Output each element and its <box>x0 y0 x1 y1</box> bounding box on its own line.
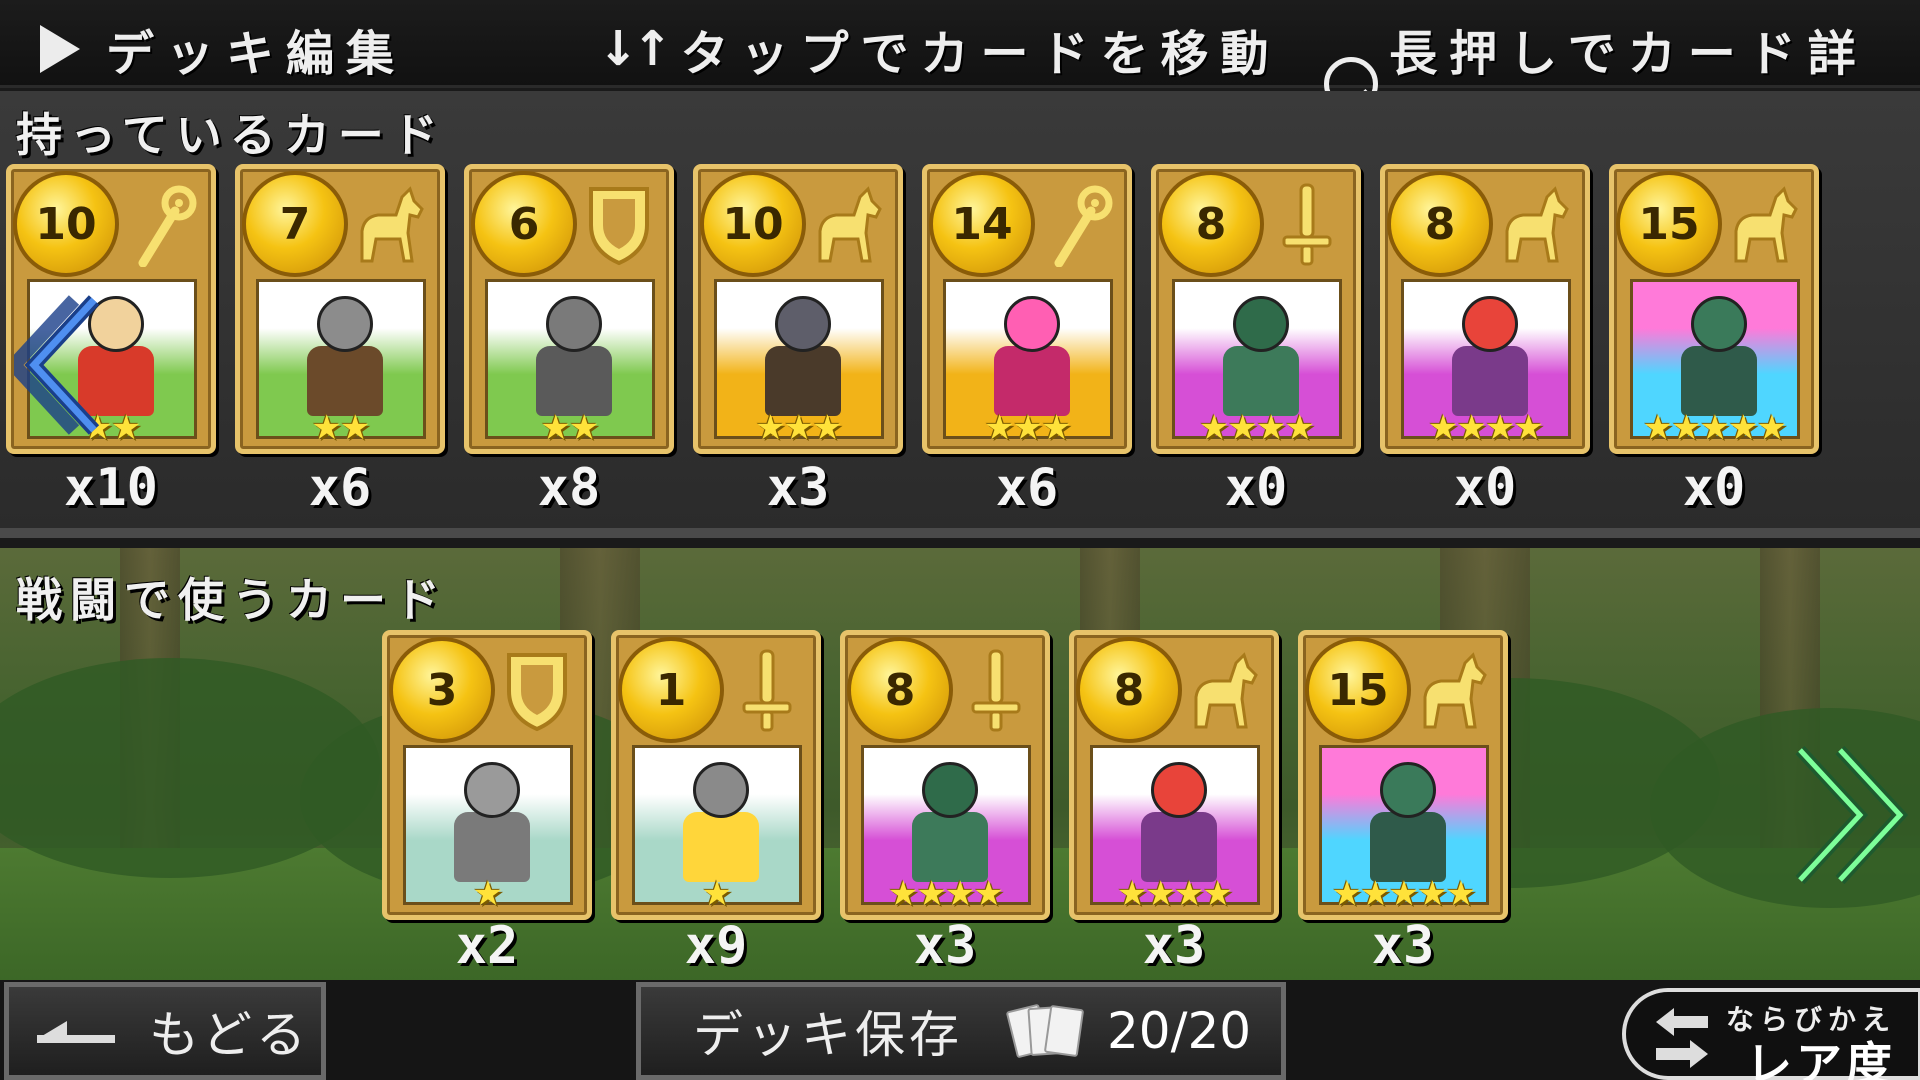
horse-icon <box>808 179 888 269</box>
scroll-left-arrow-icon[interactable] <box>14 290 104 440</box>
save-deck-button[interactable]: デッキ保存 20/20 <box>636 982 1286 1080</box>
battle-card[interactable]: 8 ★★★★ <box>840 630 1050 920</box>
rarity-stars: ★★★★ <box>888 874 1004 914</box>
rarity-stars: ★★★★ <box>1199 408 1315 448</box>
card-count: x8 <box>537 458 601 518</box>
owned-card[interactable]: 8 ★★★★ <box>1151 164 1361 454</box>
card-count: x0 <box>1224 458 1288 518</box>
card-count: x0 <box>1453 458 1517 518</box>
owned-card[interactable]: 7 ★★ <box>235 164 445 454</box>
battle-card[interactable]: 1 ★ <box>611 630 821 920</box>
cards-icon <box>1005 1003 1087 1059</box>
card-cost: 8 <box>1387 171 1493 277</box>
move-hint-text: タップでカードを移動 <box>680 26 1281 82</box>
card-cost: 1 <box>618 637 724 743</box>
card-cost: 8 <box>847 637 953 743</box>
swap-arrows-icon: ↓↑ <box>598 21 672 77</box>
card-count: x2 <box>455 916 519 976</box>
card-count: x3 <box>913 916 977 976</box>
owned-card[interactable]: 15 ★★★★★ <box>1609 164 1819 454</box>
rarity-stars: ★★★★★ <box>1642 408 1787 448</box>
rarity-stars: ★★★★★ <box>1331 874 1476 914</box>
shield-icon <box>579 179 659 269</box>
card-cost: 6 <box>471 171 577 277</box>
back-button-label: もどる <box>149 1006 310 1064</box>
owned-card[interactable]: 10 ★★★ <box>693 164 903 454</box>
rarity-stars: ★★ <box>540 408 600 448</box>
rarity-stars: ★★★ <box>984 408 1071 448</box>
battle-card[interactable]: 8 ★★★★ <box>1069 630 1279 920</box>
card-cost: 7 <box>242 171 348 277</box>
card-cost: 15 <box>1616 171 1722 277</box>
save-deck-label: デッキ保存 <box>693 1006 963 1064</box>
sword-icon <box>955 645 1035 735</box>
owned-card[interactable]: 6 ★★ <box>464 164 674 454</box>
sort-label-big: レア度 <box>1746 1037 1896 1080</box>
card-cost: 14 <box>929 171 1035 277</box>
owned-card[interactable]: 8 ★★★★ <box>1380 164 1590 454</box>
deck-count: 20/20 <box>1107 1002 1252 1060</box>
card-cost: 10 <box>13 171 119 277</box>
card-count: x9 <box>684 916 748 976</box>
sword-icon <box>1266 179 1346 269</box>
horse-icon <box>1724 179 1804 269</box>
card-count: x3 <box>1142 916 1206 976</box>
card-count: x6 <box>995 458 1059 518</box>
battle-card[interactable]: 15 ★★★★★ <box>1298 630 1508 920</box>
card-cost: 3 <box>389 637 495 743</box>
sort-button[interactable]: ならびかえ レア度 <box>1622 988 1920 1080</box>
horse-icon <box>1184 645 1264 735</box>
sort-arrows-icon <box>1656 1008 1708 1068</box>
screen-title-text: デッキ編集 <box>106 26 407 82</box>
owned-card[interactable]: 14 ★★★ <box>922 164 1132 454</box>
shield-icon <box>497 645 577 735</box>
card-count: x3 <box>766 458 830 518</box>
card-cost: 10 <box>700 171 806 277</box>
rarity-stars: ★★★★ <box>1428 408 1544 448</box>
card-cost: 15 <box>1305 637 1411 743</box>
card-cost: 8 <box>1158 171 1264 277</box>
rarity-stars: ★ <box>472 874 503 914</box>
sword-icon <box>726 645 806 735</box>
move-hint: ↓↑ タップでカードを移動 <box>598 14 1280 84</box>
rarity-stars: ★★★ <box>755 408 842 448</box>
top-bar: デッキ編集 ↓↑ タップでカードを移動 長押しでカード詳細 <box>0 0 1920 152</box>
horse-icon <box>1413 645 1493 735</box>
staff-icon <box>1037 179 1117 269</box>
back-button[interactable]: もどる <box>4 982 326 1080</box>
owned-section-title: 持っているカード <box>16 108 446 162</box>
card-count: x0 <box>1682 458 1746 518</box>
rarity-stars: ★★ <box>311 408 371 448</box>
rarity-stars: ★★★★ <box>1117 874 1233 914</box>
card-count: x10 <box>64 458 158 518</box>
scroll-right-arrow-icon[interactable] <box>1790 740 1910 890</box>
rarity-stars: ★ <box>701 874 732 914</box>
card-count: x3 <box>1371 916 1435 976</box>
horse-icon <box>1495 179 1575 269</box>
battle-section-title: 戦闘で使うカード <box>16 573 448 627</box>
horse-icon <box>350 179 430 269</box>
battle-card[interactable]: 3 ★ <box>382 630 592 920</box>
card-count: x6 <box>308 458 372 518</box>
card-cost: 8 <box>1076 637 1182 743</box>
screen-title: デッキ編集 <box>40 14 406 84</box>
back-arrow-icon <box>37 1011 117 1051</box>
staff-icon <box>121 179 201 269</box>
play-icon <box>40 25 80 73</box>
